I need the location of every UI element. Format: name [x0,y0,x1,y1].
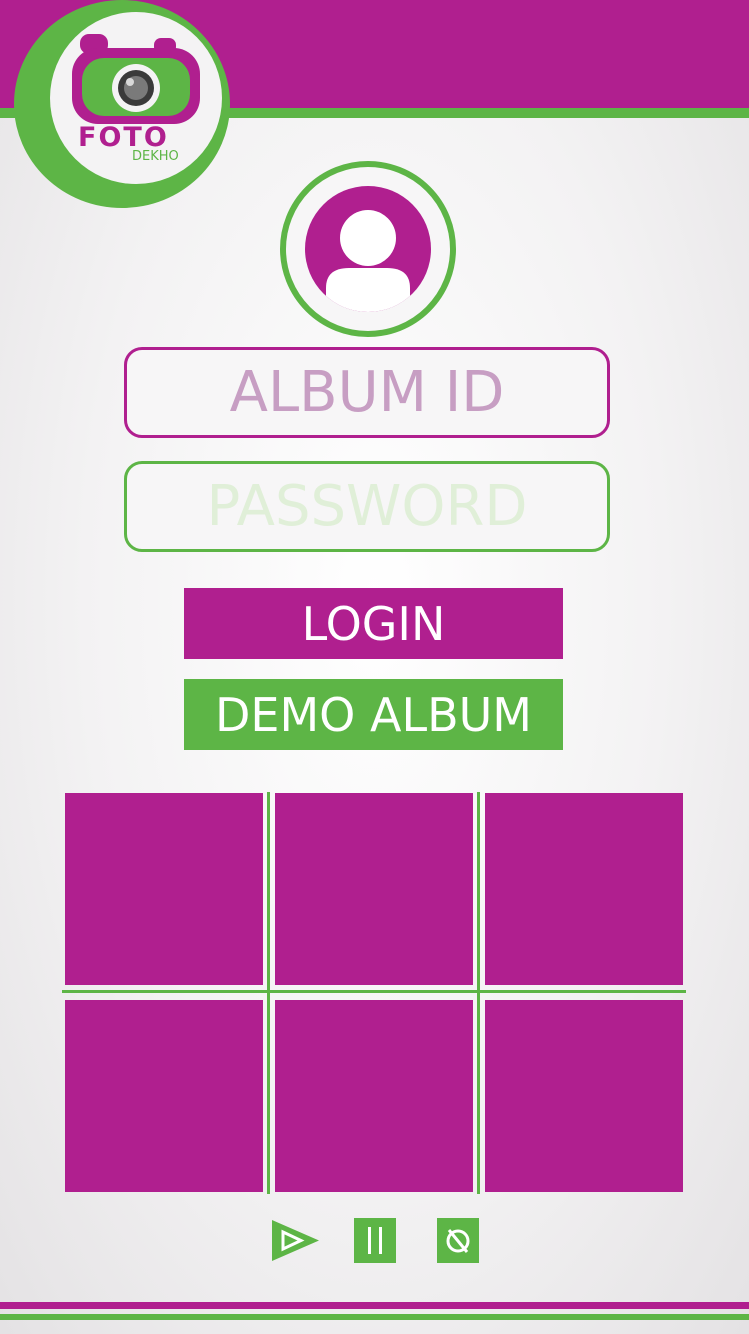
photo-tile[interactable] [485,1000,683,1192]
password-field[interactable]: PASSWORD [124,461,610,552]
login-button[interactable]: LOGIN [184,588,563,659]
play-icon[interactable] [270,1218,322,1263]
footer-accent-line [0,1314,749,1320]
photo-tile[interactable] [275,793,473,985]
demo-album-button[interactable]: DEMO ALBUM [184,679,563,750]
stop-icon[interactable] [437,1218,479,1263]
photo-grid [62,792,686,1194]
album-id-placeholder: ALBUM ID [229,360,505,425]
brand-logo: FOTO DEKHO [14,0,230,208]
demo-album-button-label: DEMO ALBUM [214,687,532,742]
password-placeholder: PASSWORD [206,474,528,539]
footer-line [0,1302,749,1309]
photo-tile[interactable] [65,1000,263,1192]
user-icon [305,186,431,312]
grid-divider [477,792,480,1194]
pause-icon[interactable] [354,1218,396,1263]
grid-divider [267,792,270,1194]
brand-logo-badge: FOTO DEKHO [50,12,222,184]
photo-tile[interactable] [485,793,683,985]
login-button-label: LOGIN [301,596,446,651]
avatar [280,161,456,337]
grid-divider [62,990,686,993]
album-id-field[interactable]: ALBUM ID [124,347,610,438]
brand-tagline: DEKHO [132,149,179,164]
photo-tile[interactable] [275,1000,473,1192]
photo-tile[interactable] [65,793,263,985]
